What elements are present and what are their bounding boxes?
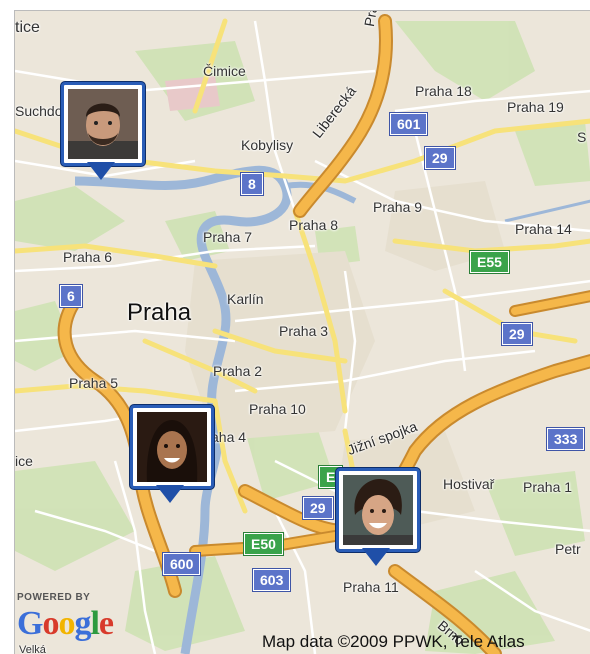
avatar xyxy=(68,89,138,159)
route-shield: 29 xyxy=(425,147,455,169)
place-label: Praha 6 xyxy=(63,249,113,265)
logo-letter: o xyxy=(58,605,75,642)
place-label: Čimice xyxy=(203,63,246,79)
place-label: Praha 8 xyxy=(289,217,339,233)
place-label: Praha 5 xyxy=(69,375,119,391)
place-label: Praha 3 xyxy=(279,323,329,339)
photo-marker[interactable] xyxy=(336,468,420,568)
place-label: Hostivař xyxy=(443,476,495,492)
place-label: Karlín xyxy=(227,291,264,307)
route-shield-e: E50 xyxy=(244,533,283,555)
place-label: tice xyxy=(15,19,40,36)
marker-pointer xyxy=(362,548,390,566)
route-shield: 333 xyxy=(547,428,585,450)
place-label: Praha 11 xyxy=(343,579,399,595)
place-label: aha 4 xyxy=(211,429,247,445)
logo-letter: G xyxy=(17,605,43,642)
powered-by-text: POWERED BY xyxy=(17,592,91,603)
place-label: Kobylisy xyxy=(241,137,294,153)
route-shield-e: E55 xyxy=(470,251,509,273)
place-label: Praha 9 xyxy=(373,199,423,215)
logo-letter: g xyxy=(74,605,91,642)
logo-letter: e xyxy=(98,605,114,642)
marker-pointer xyxy=(156,485,184,503)
city-label: Praha xyxy=(127,299,192,326)
photo-marker[interactable] xyxy=(130,405,214,505)
route-shield: 6 xyxy=(60,285,82,307)
logo-letter: o xyxy=(42,605,59,642)
route-shield: 600 xyxy=(163,553,201,575)
place-label: Praha 2 xyxy=(213,363,263,379)
place-label: Suchdol xyxy=(15,103,66,119)
place-label: S xyxy=(577,129,587,145)
route-shield: 603 xyxy=(253,569,291,591)
place-label: ice xyxy=(15,453,33,469)
route-shield: 601 xyxy=(390,113,428,135)
google-logo[interactable]: Google xyxy=(17,605,114,643)
marker-frame xyxy=(130,405,214,489)
place-label: Praha 18 xyxy=(415,83,472,99)
place-label: Petr xyxy=(555,541,581,557)
place-label: Praha 14 xyxy=(515,221,572,237)
map-canvas[interactable]: tice Suchdol Čimice Praha 18 Praha 19 Ko… xyxy=(14,10,590,654)
place-label: Praha 1 xyxy=(523,479,573,495)
place-label: Praha 10 xyxy=(249,401,306,417)
avatar xyxy=(343,475,413,545)
avatar xyxy=(137,412,207,482)
marker-pointer xyxy=(87,162,115,180)
marker-frame xyxy=(336,468,420,552)
route-shield: 8 xyxy=(241,173,263,195)
place-label: Praha 19 xyxy=(507,99,564,115)
place-label: Praha 7 xyxy=(203,229,253,245)
marker-frame xyxy=(61,82,145,166)
route-shield: 29 xyxy=(303,497,333,519)
photo-marker[interactable] xyxy=(61,82,145,182)
map-attribution: Map data ©2009 PPWK, Tele Atlas xyxy=(262,632,525,651)
logo-letter: l xyxy=(90,605,100,642)
route-shield: 29 xyxy=(502,323,532,345)
